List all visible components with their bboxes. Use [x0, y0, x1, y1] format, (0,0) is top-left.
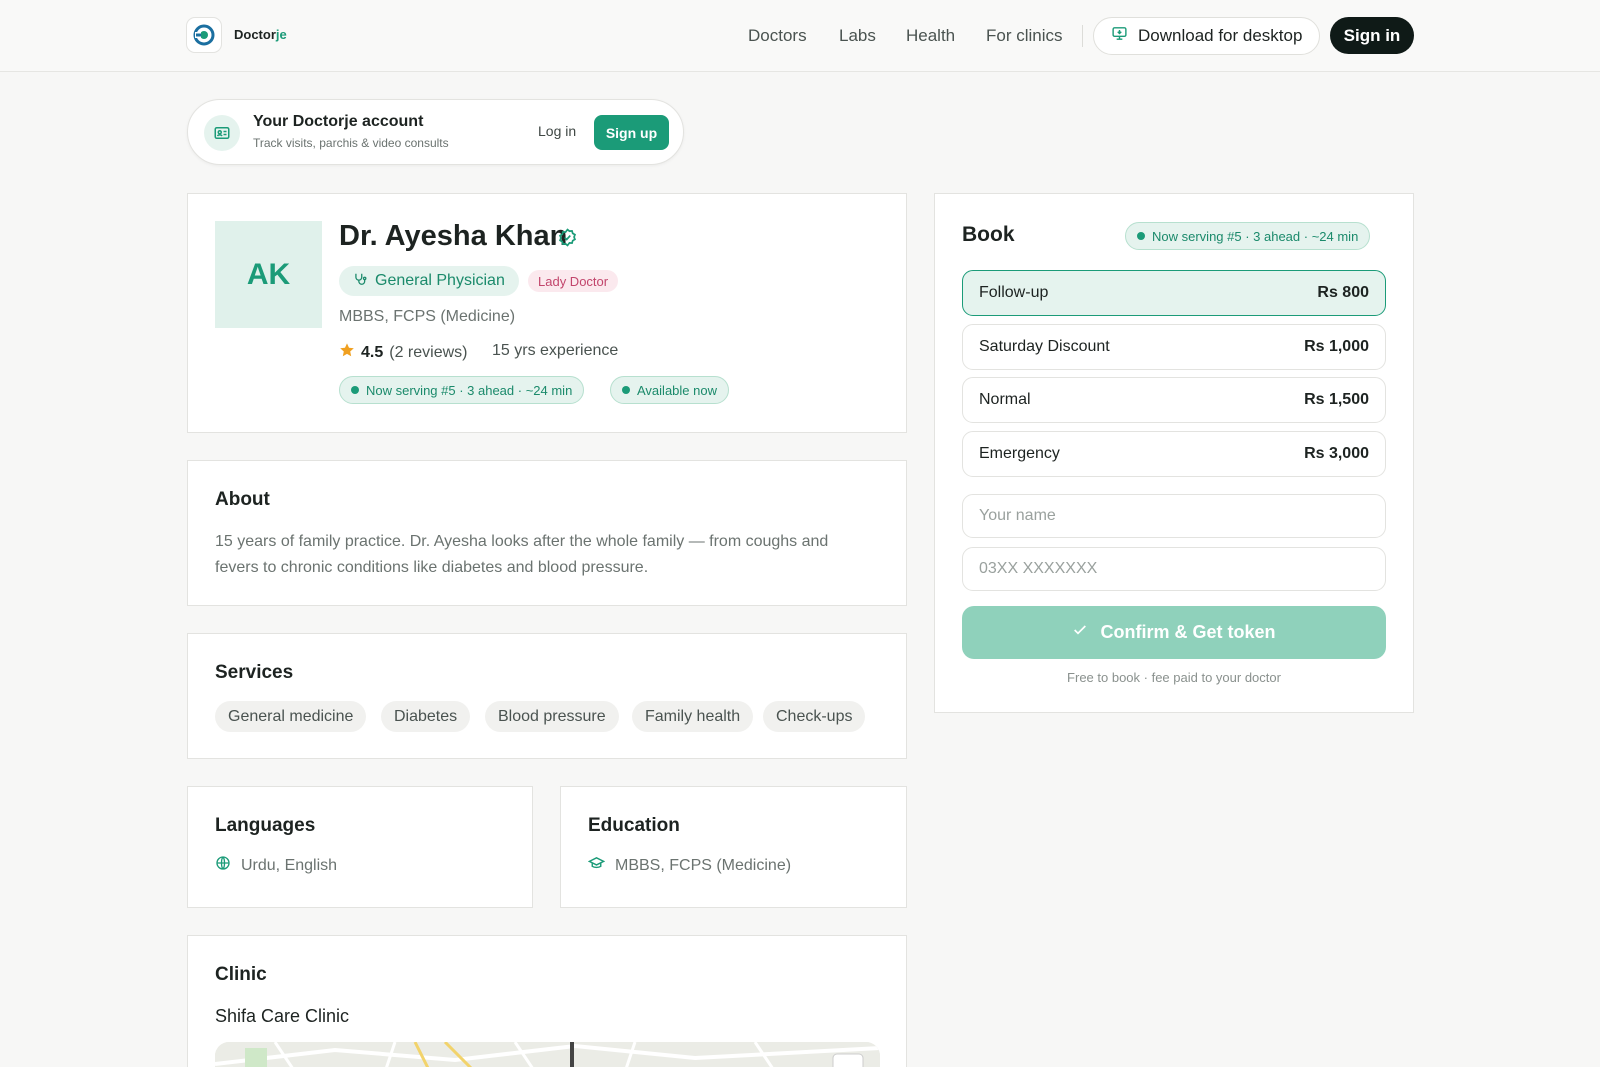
- download-desktop-button[interactable]: Download for desktop: [1093, 17, 1320, 55]
- education-title: Education: [588, 815, 680, 836]
- booking-note: Free to book · fee paid to your doctor: [1067, 670, 1281, 685]
- now-serving-badge: Now serving #5 · 3 ahead · ~24 min: [339, 376, 585, 404]
- brand-name-part1: Doctor: [234, 27, 276, 42]
- nav-doctors[interactable]: Doctors: [748, 26, 807, 46]
- phone-input[interactable]: [962, 547, 1386, 591]
- languages-line: Urdu, English: [215, 855, 337, 876]
- lady-doctor-tag: Lady Doctor: [528, 270, 619, 292]
- nav-divider: [1082, 25, 1083, 47]
- fee-option-price: Rs 1,000: [1304, 338, 1369, 355]
- account-subtitle: Track visits, parchis & video consults: [253, 136, 449, 150]
- fee-option-label: Normal: [979, 391, 1031, 408]
- check-icon: [1072, 622, 1088, 643]
- about-title: About: [215, 489, 270, 510]
- service-chip[interactable]: Family health: [632, 701, 754, 732]
- confirm-token-label: Confirm & Get token: [1100, 622, 1276, 642]
- graduation-cap-icon: [587, 855, 606, 877]
- service-chip[interactable]: General medicine: [215, 701, 367, 732]
- account-title: Your Doctorje account: [253, 113, 424, 130]
- doctor-qualifications: MBBS, FCPS (Medicine): [339, 308, 516, 325]
- specialty-label: General Physician: [375, 272, 505, 289]
- fee-option-normal[interactable]: Normal Rs 1,500: [962, 377, 1386, 423]
- fee-option-price: Rs 3,000: [1304, 445, 1369, 462]
- service-chip[interactable]: Blood pressure: [485, 701, 619, 732]
- status-dot-icon: [1137, 232, 1145, 240]
- education-value: MBBS, FCPS (Medicine): [615, 857, 792, 874]
- services-card: Services General medicine Diabetes Blood…: [187, 633, 907, 759]
- logo-icon[interactable]: [186, 17, 222, 53]
- fee-option-label: Follow-up: [979, 284, 1049, 301]
- services-title: Services: [215, 662, 294, 683]
- education-card: Education MBBS, FCPS (Medicine): [560, 786, 907, 908]
- desktop-icon: [1111, 25, 1128, 47]
- status-dot-icon: [622, 386, 630, 394]
- service-chip[interactable]: Check-ups: [763, 701, 866, 732]
- languages-card: Languages Urdu, English: [187, 786, 533, 908]
- experience: 15 yrs experience: [492, 342, 619, 359]
- globe-icon: [215, 855, 231, 876]
- booking-now-serving-label: Now serving #5 · 3 ahead · ~24 min: [1152, 228, 1359, 244]
- booking-now-serving-badge: Now serving #5 · 3 ahead · ~24 min: [1125, 222, 1371, 250]
- languages-title: Languages: [215, 815, 316, 836]
- rating: 4.5 (2 reviews): [339, 342, 467, 363]
- now-serving-label: Now serving #5 · 3 ahead · ~24 min: [366, 382, 573, 398]
- log-in-link[interactable]: Log in: [538, 123, 576, 139]
- sign-in-button[interactable]: Sign in: [1330, 17, 1414, 54]
- clinic-title: Clinic: [215, 964, 267, 985]
- clinic-map[interactable]: [215, 1042, 880, 1067]
- confirm-token-button[interactable]: Confirm & Get token: [962, 606, 1386, 659]
- fee-option-saturday-discount[interactable]: Saturday Discount Rs 1,000: [962, 324, 1386, 370]
- status-dot-icon: [351, 386, 359, 394]
- fee-option-price: Rs 800: [1317, 284, 1369, 301]
- nav-health[interactable]: Health: [906, 26, 955, 46]
- fee-option-price: Rs 1,500: [1304, 391, 1369, 408]
- doctor-profile-card: AK Dr. Ayesha Khan General Physician Lad…: [187, 193, 907, 433]
- top-navbar: Doctorje Doctors Labs Health For clinics…: [0, 0, 1600, 72]
- about-text: 15 years of family practice. Dr. Ayesha …: [215, 533, 829, 576]
- fee-option-follow-up[interactable]: Follow-up Rs 800: [962, 270, 1386, 316]
- availability-label: Available now: [637, 382, 717, 398]
- name-input[interactable]: [962, 494, 1386, 538]
- clinic-name: Shifa Care Clinic: [215, 1006, 350, 1026]
- nav-for-clinics[interactable]: For clinics: [986, 26, 1063, 46]
- id-card-icon: [204, 115, 240, 151]
- nav-labs[interactable]: Labs: [839, 26, 876, 46]
- fee-option-label: Emergency: [979, 445, 1060, 462]
- specialty-badge: General Physician: [339, 266, 519, 296]
- languages-value: Urdu, English: [241, 856, 338, 874]
- clinic-card: Clinic Shifa Care Clinic: [187, 935, 907, 1067]
- rating-value: 4.5: [361, 343, 384, 361]
- sign-up-button[interactable]: Sign up: [594, 115, 669, 150]
- booking-title: Book: [962, 223, 1015, 246]
- education-line: MBBS, FCPS (Medicine): [587, 855, 792, 877]
- service-chip[interactable]: Diabetes: [381, 701, 471, 732]
- stethoscope-icon: [353, 272, 367, 291]
- account-banner: Your Doctorje account Track visits, parc…: [187, 99, 684, 165]
- booking-panel: Book Now serving #5 · 3 ahead · ~24 min …: [934, 193, 1414, 713]
- about-card: About 15 years of family practice. Dr. A…: [187, 460, 907, 606]
- doctor-name: Dr. Ayesha Khan: [339, 220, 568, 252]
- fee-option-label: Saturday Discount: [979, 338, 1110, 355]
- download-desktop-label: Download for desktop: [1138, 26, 1303, 45]
- brand-name-part2: je: [275, 27, 287, 42]
- avatar: AK: [215, 221, 322, 328]
- verified-badge-icon: [558, 228, 577, 252]
- review-count[interactable]: (2 reviews): [389, 344, 467, 362]
- brand-name[interactable]: Doctorje: [234, 27, 287, 42]
- star-icon: [339, 342, 355, 363]
- availability-badge: Available now: [610, 376, 729, 404]
- fee-option-emergency[interactable]: Emergency Rs 3,000: [962, 431, 1386, 477]
